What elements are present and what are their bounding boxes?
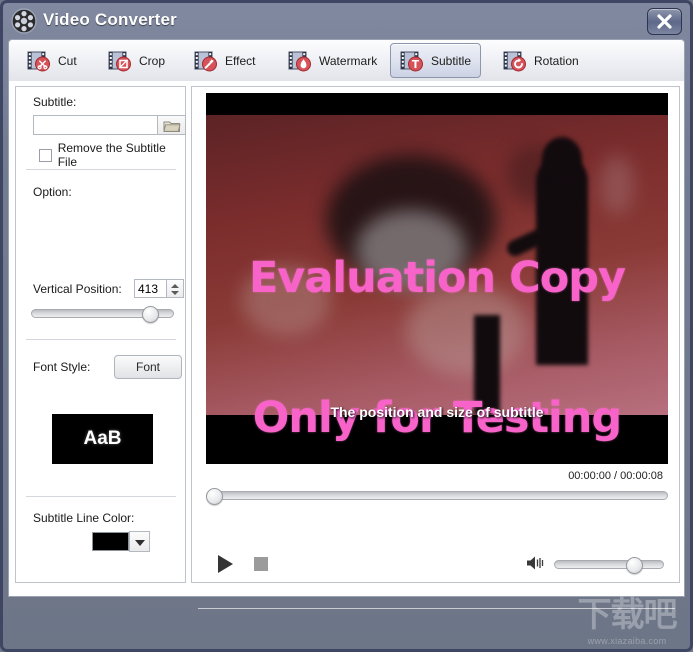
crop-icon xyxy=(108,50,134,72)
subtitle-overlay-text: The position and size of subtitle xyxy=(330,404,544,420)
time-display: 00:00:00 / 00:00:08 xyxy=(568,470,663,482)
divider-1 xyxy=(26,169,176,170)
vertical-position-label: Vertical Position: xyxy=(33,282,122,296)
text-t-icon: T xyxy=(400,50,426,72)
subtitle-line-color-label: Subtitle Line Color: xyxy=(33,511,135,525)
tab-subtitle[interactable]: T Subtitle xyxy=(390,43,481,78)
remove-subtitle-file-label: Remove the Subtitle File xyxy=(57,141,166,169)
video-converter-window: Video Converter Cut Crop Effect Watermar… xyxy=(0,0,693,652)
stepper-down-icon xyxy=(171,291,179,295)
subtitle-settings-panel: Subtitle: Remove the Subtitle File Optio… xyxy=(15,86,186,583)
window-title: Video Converter xyxy=(43,10,178,29)
rotate-icon xyxy=(503,50,529,72)
slider-thumb[interactable] xyxy=(142,306,159,323)
preview-panel: Evaluation Copy Only for Testing The pos… xyxy=(191,86,680,609)
video-preview[interactable]: Evaluation Copy Only for Testing The pos… xyxy=(206,93,668,464)
tab-rotation[interactable]: Rotation xyxy=(493,43,589,78)
volume-track xyxy=(554,560,664,569)
font-preview-text: AaB xyxy=(83,428,122,449)
folder-icon xyxy=(163,121,181,132)
tab-effect-label: Effect xyxy=(225,53,256,68)
subtitle-input[interactable] xyxy=(33,115,158,135)
volume-slider[interactable] xyxy=(554,557,664,574)
speaker-icon[interactable] xyxy=(526,554,548,572)
divider-3 xyxy=(26,496,176,497)
tab-cut-label: Cut xyxy=(58,53,77,68)
tab-subtitle-label: Subtitle xyxy=(431,53,472,68)
film-reel-icon xyxy=(11,8,37,34)
font-preview: AaB xyxy=(52,414,153,464)
close-icon xyxy=(657,14,672,29)
droplet-icon xyxy=(288,50,314,72)
dialog-body: Subtitle: Remove the Subtitle File Optio… xyxy=(8,81,685,609)
tab-watermark[interactable]: Watermark xyxy=(278,43,386,78)
subtitle-line-color-swatch[interactable] xyxy=(92,532,129,551)
font-button[interactable]: Font xyxy=(114,355,182,379)
seek-track xyxy=(206,491,668,500)
magic-wand-icon xyxy=(194,50,220,72)
play-button[interactable] xyxy=(218,555,233,573)
stop-button[interactable] xyxy=(254,557,268,571)
font-style-label: Font Style: xyxy=(33,360,91,374)
color-dropdown-button[interactable] xyxy=(129,531,150,552)
tab-cut[interactable]: Cut xyxy=(17,43,89,78)
browse-button[interactable] xyxy=(158,115,186,135)
seek-thumb[interactable] xyxy=(206,488,223,505)
tab-strip: Cut Crop Effect Watermark T Subtitle Rot… xyxy=(8,39,685,81)
svg-text:T: T xyxy=(412,59,420,71)
watermark-url: www.xiazaiba.com xyxy=(587,636,667,646)
tab-crop[interactable]: Crop xyxy=(98,43,178,78)
remove-subtitle-file-checkbox[interactable]: Remove the Subtitle File xyxy=(33,141,185,169)
chevron-down-icon xyxy=(135,540,145,546)
tab-rotation-label: Rotation xyxy=(534,53,579,68)
volume-thumb[interactable] xyxy=(626,557,643,574)
close-button[interactable] xyxy=(647,8,682,35)
stepper-up-icon xyxy=(171,284,179,288)
vertical-position-input[interactable] xyxy=(134,279,167,298)
vertical-position-slider[interactable] xyxy=(31,306,174,323)
tab-watermark-label: Watermark xyxy=(319,53,378,68)
tab-effect[interactable]: Effect xyxy=(184,43,272,78)
vertical-position-stepper[interactable] xyxy=(167,279,184,298)
title-bar: Video Converter xyxy=(3,3,690,39)
option-label: Option: xyxy=(33,185,72,199)
tab-crop-label: Crop xyxy=(139,53,166,68)
divider-2 xyxy=(26,339,176,340)
site-watermark: 下载吧 www.xiazaiba.com xyxy=(566,587,688,649)
scissors-icon xyxy=(27,50,53,72)
seek-slider[interactable] xyxy=(206,488,668,505)
evaluation-overlay-line1: Evaluation Copy xyxy=(248,253,626,303)
subtitle-label: Subtitle: xyxy=(33,95,77,109)
checkbox-box xyxy=(39,148,52,162)
bottom-button-bar: Restore Defaults OK Cancel Apply 下载吧 www… xyxy=(3,595,690,649)
